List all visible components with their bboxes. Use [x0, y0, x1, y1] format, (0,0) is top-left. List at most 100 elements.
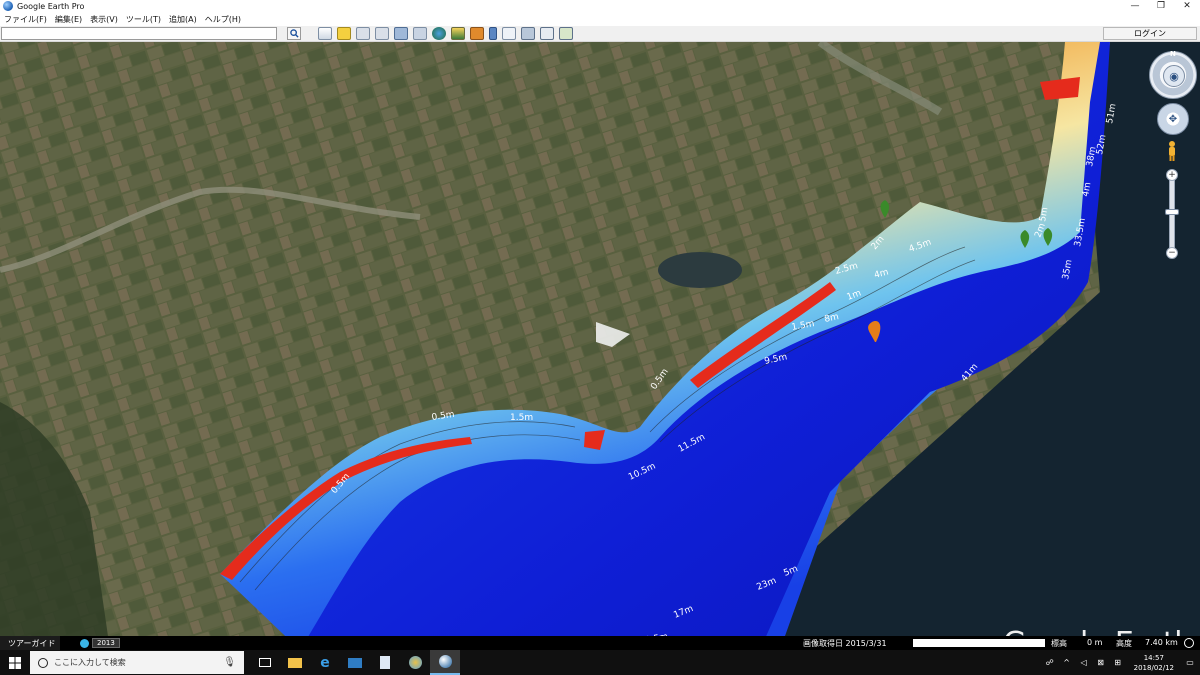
menu-bar: ファイル(F) 編集(E) 表示(V) ツール(T) 追加(A) ヘルプ(H) [0, 12, 1200, 26]
speaker-icon[interactable]: ◁ [1077, 658, 1091, 667]
north-indicator[interactable]: N [1170, 50, 1176, 58]
path-icon[interactable] [375, 27, 389, 40]
image-overlay-icon[interactable] [394, 27, 408, 40]
system-clock[interactable]: 14:57 2018/02/12 [1134, 653, 1174, 673]
move-joystick[interactable]: ✥ [1157, 103, 1189, 135]
streaming-indicator-icon [1184, 638, 1194, 648]
search-icon [289, 29, 299, 38]
depth-label: 4m [873, 267, 890, 280]
menu-tools[interactable]: ツール(T) [126, 14, 161, 25]
search-input[interactable] [1, 27, 277, 40]
close-button[interactable]: ✕ [1174, 0, 1200, 12]
login-button[interactable]: ログイン [1103, 27, 1197, 40]
network-icon[interactable]: ⊠ [1094, 658, 1108, 667]
zoom-out-button[interactable]: − [1166, 247, 1178, 259]
ime-icon[interactable]: ⊞ [1111, 658, 1125, 667]
depth-label: 23m [755, 576, 778, 593]
scale-bar [913, 639, 1045, 647]
menu-add[interactable]: 追加(A) [169, 14, 197, 25]
notepad-icon[interactable] [370, 650, 400, 675]
minimize-button[interactable]: — [1122, 0, 1148, 12]
depth-label: 5m [1038, 207, 1050, 223]
elevation-value: 0 m [1087, 638, 1103, 647]
start-button[interactable] [0, 650, 30, 675]
placemark-icon[interactable] [337, 27, 351, 40]
status-bar: ツアーガイド 2013 画像取得日 2015/3/31 標高 0 m 高度 7.… [0, 636, 1200, 650]
depth-labels: 0.5m 1.5m 0.5m 10.5m 11.5m 9.5m 1.5m 8m … [330, 103, 1119, 647]
zoom-in-button[interactable]: + [1166, 169, 1178, 181]
depth-label: 35m [1061, 259, 1074, 281]
clock-icon [80, 638, 89, 648]
microphone-icon[interactable]: 🎙 [223, 657, 236, 668]
menu-help[interactable]: ヘルプ(H) [205, 14, 241, 25]
record-tour-icon[interactable] [413, 27, 427, 40]
year-label: 2013 [92, 638, 120, 648]
look-icon[interactable]: ◉ [1163, 65, 1185, 87]
zoom-slider[interactable] [1169, 172, 1175, 258]
view-in-maps-icon[interactable] [559, 27, 573, 40]
depth-label: 51m [1105, 103, 1118, 125]
depth-label: 41m [960, 362, 981, 384]
print-icon[interactable] [521, 27, 535, 40]
depth-label: 5m [782, 564, 799, 579]
altitude-value: 7.40 km [1145, 638, 1178, 647]
photos-app-icon[interactable] [340, 650, 370, 675]
altitude-label: 高度 [1116, 639, 1132, 648]
toolbar: ログイン [0, 26, 1200, 42]
maximize-button[interactable]: ❐ [1148, 0, 1174, 12]
email-icon[interactable] [502, 27, 516, 40]
look-joystick[interactable]: N ◉ [1149, 50, 1197, 99]
imagery-date: 画像取得日 2015/3/31 [803, 639, 887, 648]
depth-label: 1.5m [791, 319, 815, 333]
depth-label: 2m [1033, 222, 1047, 239]
taskbar-search-box[interactable]: ここに入力して検索 🎙 [30, 651, 244, 674]
depth-label: 10.5m [627, 461, 657, 482]
menu-view[interactable]: 表示(V) [90, 14, 118, 25]
street-view-pegman-icon[interactable] [1166, 140, 1178, 162]
switch-planet-icon[interactable] [470, 27, 484, 40]
depth-label: 1m [846, 288, 863, 302]
depth-label: 9.5m [764, 352, 789, 367]
historical-year-badge[interactable]: 2013 [80, 638, 120, 648]
depth-label: 0.5m [330, 472, 353, 496]
task-view-icon[interactable] [250, 650, 280, 675]
clock-time: 14:57 [1143, 653, 1164, 662]
sunlight-icon[interactable] [451, 27, 465, 40]
people-icon[interactable]: ☍ [1043, 658, 1057, 667]
zoom-slider-thumb[interactable] [1165, 209, 1179, 215]
depth-label: 4.5m [908, 238, 933, 255]
depth-label: 11.5m [677, 432, 707, 454]
tool-buttons [318, 27, 578, 41]
taskbar-apps: e [250, 650, 460, 675]
depth-label: 1.5m [510, 413, 533, 423]
save-image-icon[interactable] [540, 27, 554, 40]
cortana-circle-icon [38, 657, 48, 668]
depth-label: 4m [1081, 182, 1093, 198]
menu-file[interactable]: ファイル(F) [4, 14, 47, 25]
show-hidden-icons-chevron-icon[interactable]: ^ [1060, 658, 1074, 667]
ruler-icon[interactable] [489, 27, 497, 40]
map-view[interactable]: 0.5m 1.5m 0.5m 10.5m 11.5m 9.5m 1.5m 8m … [0, 42, 1200, 650]
windows-logo-icon [9, 656, 21, 669]
depth-label: 2m [870, 234, 887, 252]
menu-edit[interactable]: 編集(E) [55, 14, 82, 25]
sidebar-toggle-icon[interactable] [318, 27, 332, 40]
google-earth-app-icon [3, 1, 13, 11]
depth-label: 0.5m [431, 410, 455, 423]
paint-icon[interactable] [400, 650, 430, 675]
action-center-icon[interactable]: ▭ [1180, 650, 1200, 675]
file-explorer-icon[interactable] [280, 650, 310, 675]
clock-date: 2018/02/12 [1133, 663, 1174, 672]
tour-guide-button[interactable]: ツアーガイド [0, 636, 60, 650]
windows-taskbar: ここに入力して検索 🎙 e ☍ ^ ◁ ⊠ ⊞ 14:57 2018/02/12… [0, 650, 1200, 675]
polygon-icon[interactable] [356, 27, 370, 40]
search-button[interactable] [287, 27, 301, 40]
window-title: Google Earth Pro [17, 1, 85, 11]
depth-label: 0.5m [649, 367, 670, 392]
title-bar: Google Earth Pro — ❐ ✕ [0, 0, 1200, 12]
google-earth-taskbar-icon[interactable] [430, 650, 460, 675]
depth-label: 33.5m [1073, 217, 1088, 247]
historical-imagery-icon[interactable] [432, 27, 446, 40]
edge-browser-icon[interactable]: e [310, 650, 340, 675]
window-controls: — ❐ ✕ [1122, 0, 1200, 12]
